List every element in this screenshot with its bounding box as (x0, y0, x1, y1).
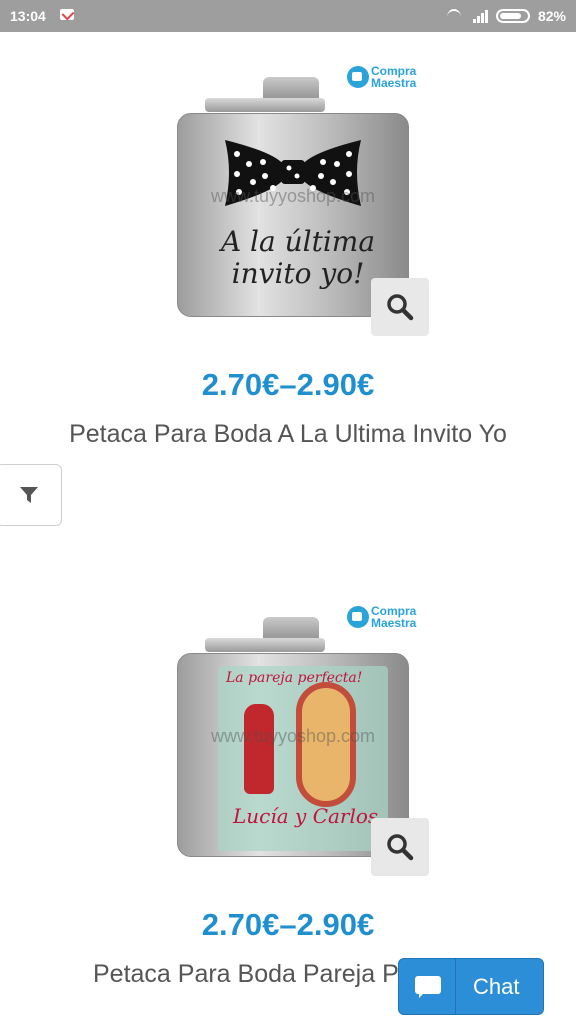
flask-neck (205, 638, 325, 652)
status-bar: 13:04 82% (0, 0, 576, 32)
clock: 13:04 (10, 8, 46, 24)
flask-names: Lucía y Carlos (233, 804, 379, 828)
brand-line2: Maestra (371, 76, 417, 90)
product-price: 2.70€–2.90€ (201, 907, 375, 942)
wifi-icon (445, 9, 465, 23)
chat-label: Chat (473, 973, 520, 999)
zoom-button[interactable] (371, 818, 429, 876)
chat-button[interactable]: Chat (398, 958, 544, 1015)
gmail-notification-icon (60, 9, 74, 20)
zoom-button[interactable] (371, 278, 429, 336)
watermark: www.tuyyoshop.com (210, 186, 376, 206)
flask-neck (205, 98, 325, 112)
flask-tagline: La pareja perfecta! (226, 670, 363, 686)
thumbs-up-icon (347, 606, 369, 628)
product-title[interactable]: Petaca Para Boda Pareja P (93, 960, 403, 989)
status-icons: 82% (445, 8, 566, 24)
watermark: www.tuyyoshop.com (210, 726, 376, 746)
product-title[interactable]: Petaca Para Boda A La Ultima Invito Yo (0, 420, 576, 449)
signal-icon (472, 9, 488, 23)
filter-icon (20, 487, 38, 503)
battery-icon (495, 9, 530, 23)
filter-button[interactable] (0, 464, 62, 526)
search-icon (387, 834, 414, 861)
chat-bubble-icon (399, 959, 456, 1014)
brand-badge: Compra Maestra (347, 605, 416, 629)
brand-badge: Compra Maestra (347, 65, 416, 89)
brand-line2: Maestra (371, 616, 417, 630)
thumbs-up-icon (347, 66, 369, 88)
product-price: 2.70€–2.90€ (201, 367, 375, 402)
flask-engraving: A la última invito yo! (220, 225, 376, 290)
search-icon (387, 294, 414, 321)
battery-percent: 82% (537, 8, 566, 24)
ketchup-graphic (244, 704, 274, 794)
